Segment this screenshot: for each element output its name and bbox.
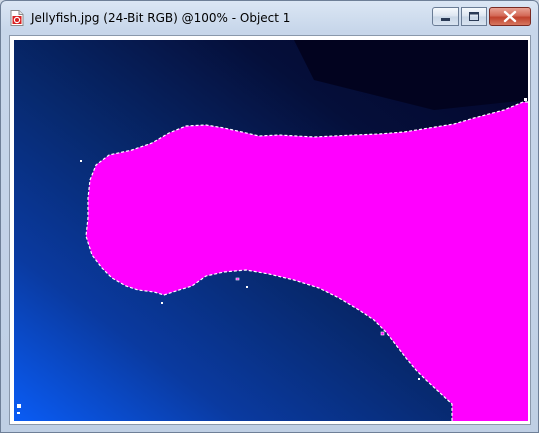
image-canvas[interactable] [14, 40, 528, 421]
selection-speck [80, 160, 82, 162]
selection-speck [418, 378, 420, 380]
minimize-icon [441, 18, 450, 21]
selection-speck [380, 331, 385, 336]
selection-speck [161, 302, 163, 304]
psp-document-icon[interactable] [10, 10, 24, 26]
maximize-button[interactable] [461, 7, 487, 26]
selection-speck [235, 277, 240, 281]
selection-speck [17, 404, 21, 408]
maximize-icon [469, 12, 479, 21]
selection-fill [86, 102, 528, 421]
minimize-button[interactable] [432, 7, 459, 26]
selection-speck [17, 412, 20, 414]
magenta-selection-region [17, 40, 528, 421]
selection-speck [246, 286, 248, 288]
image-document-window: Jellyfish.jpg (24-Bit RGB) @100% - Objec… [0, 0, 539, 433]
title-bar[interactable]: Jellyfish.jpg (24-Bit RGB) @100% - Objec… [1, 1, 538, 35]
close-icon [503, 10, 517, 23]
window-title: Jellyfish.jpg (24-Bit RGB) @100% - Objec… [31, 11, 291, 25]
close-button[interactable] [489, 7, 531, 26]
selection-speck [524, 98, 527, 101]
dark-background-corner [294, 40, 528, 110]
canvas-frame [9, 35, 531, 425]
